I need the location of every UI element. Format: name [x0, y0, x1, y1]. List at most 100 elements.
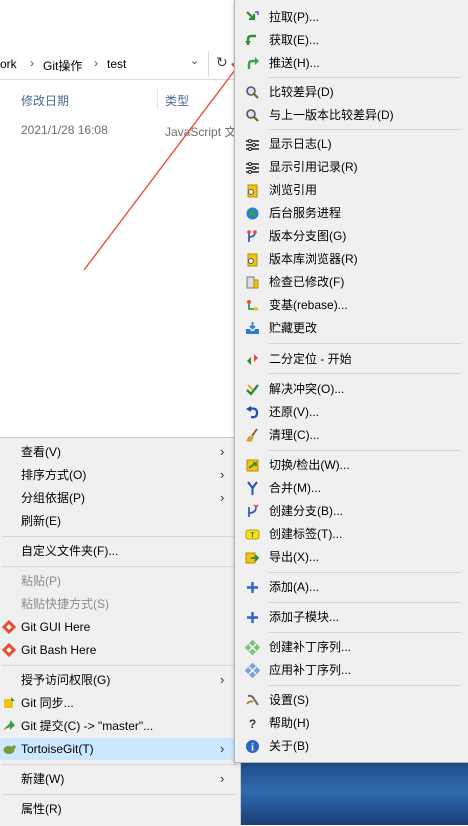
menu-item-diff-previous[interactable]: 与上一版本比较差异(D) — [235, 104, 468, 126]
check-modifications-icon — [246, 276, 259, 289]
menu-item-add[interactable]: 添加(A)... — [235, 576, 468, 598]
log-icon — [246, 139, 259, 151]
menu-item-label: 显示日志(L) — [269, 137, 332, 151]
svg-text:?: ? — [249, 717, 256, 731]
menu-item-label: 创建补丁序列... — [269, 640, 352, 654]
chevron-right-icon: › — [220, 672, 225, 687]
menu-item-push[interactable]: 推送(H)... — [235, 52, 468, 74]
menu-separator — [2, 536, 236, 537]
menu-item-create-branch[interactable]: 创建分支(B)... — [235, 500, 468, 522]
menu-item-git-commit[interactable]: Git 提交(C) -> "master"... — [0, 715, 240, 737]
menu-item-label: 创建标签(T)... — [269, 527, 343, 541]
pull-icon — [246, 11, 259, 21]
menu-item-grant-access[interactable]: 授予访问权限(G) › — [0, 669, 240, 691]
menu-item-refresh[interactable]: 刷新(E) — [0, 510, 240, 532]
menu-item-label: 版本分支图(G) — [269, 229, 347, 243]
menu-item-label: Git GUI Here — [21, 620, 91, 634]
git-sync-icon — [4, 697, 15, 708]
explorer-context-menu: 查看(V) › 排序方式(O) › 分组依据(P) › 刷新(E) 自定义文件夹… — [0, 437, 241, 826]
menu-item-label: 切换/检出(W)... — [269, 458, 350, 472]
menu-item-label: 授予访问权限(G) — [21, 673, 111, 687]
menu-item-daemon[interactable]: 后台服务进程 — [235, 202, 468, 224]
menu-item-new[interactable]: 新建(W) › — [0, 768, 240, 790]
menu-item-label: 二分定位 - 开始 — [269, 352, 352, 366]
menu-item-repo-browser[interactable]: 版本库浏览器(R) — [235, 248, 468, 270]
menu-item-label: 与上一版本比较差异(D) — [269, 108, 394, 122]
menu-item-show-reflog[interactable]: 显示引用记录(R) — [235, 156, 468, 178]
menu-item-customize-folder[interactable]: 自定义文件夹(F)... — [0, 540, 240, 562]
menu-item-browse-refs[interactable]: 浏览引用 — [235, 179, 468, 201]
revert-icon — [246, 406, 259, 419]
menu-item-export[interactable]: 导出(X)... — [235, 546, 468, 568]
menu-separator — [269, 343, 461, 344]
menu-item-label: 刷新(E) — [21, 514, 61, 528]
menu-item-label: Git 同步... — [21, 696, 74, 710]
git-commit-icon — [3, 720, 15, 730]
menu-separator — [269, 685, 461, 686]
menu-item-label: 导出(X)... — [269, 550, 319, 564]
menu-item-label: 推送(H)... — [269, 56, 320, 70]
push-icon — [247, 57, 259, 69]
menu-separator — [269, 77, 461, 78]
menu-separator — [269, 632, 461, 633]
menu-item-label: 贮藏更改 — [269, 321, 318, 335]
reflog-icon — [246, 162, 259, 174]
menu-item-label: 显示引用记录(R) — [269, 160, 358, 174]
menu-item-revision-graph[interactable]: 版本分支图(G) — [235, 225, 468, 247]
menu-item-git-bash[interactable]: Git Bash Here — [0, 639, 240, 661]
menu-item-revert[interactable]: 还原(V)... — [235, 401, 468, 423]
settings-icon — [246, 694, 259, 706]
browse-refs-icon — [247, 184, 258, 198]
menu-item-check-modifications[interactable]: 检查已修改(F) — [235, 271, 468, 293]
menu-item-label: 排序方式(O) — [21, 468, 87, 482]
menu-item-git-sync[interactable]: Git 同步... — [0, 692, 240, 714]
menu-item-sort-by[interactable]: 排序方式(O) › — [0, 464, 240, 486]
menu-item-create-patch[interactable]: 创建补丁序列... — [235, 636, 468, 658]
menu-item-label: 粘贴快捷方式(S) — [21, 597, 109, 611]
menu-item-fetch[interactable]: 获取(E)... — [235, 29, 468, 51]
menu-item-label: 关于(B) — [269, 739, 309, 753]
menu-item-git-gui[interactable]: Git GUI Here — [0, 616, 240, 638]
menu-item-create-tag[interactable]: T 创建标签(T)... — [235, 523, 468, 545]
menu-item-merge[interactable]: 合并(M)... — [235, 477, 468, 499]
menu-item-label: 属性(R) — [21, 802, 62, 816]
menu-separator — [269, 602, 461, 603]
cleanup-icon — [246, 428, 258, 442]
stash-icon — [246, 322, 259, 334]
menu-item-label: 自定义文件夹(F)... — [21, 544, 119, 558]
menu-item-pull[interactable]: 拉取(P)... — [235, 6, 468, 28]
menu-item-stash[interactable]: 贮藏更改 — [235, 317, 468, 339]
menu-separator — [2, 764, 236, 765]
menu-item-rebase[interactable]: 变基(rebase)... — [235, 294, 468, 316]
bisect-icon — [247, 354, 258, 365]
menu-item-add-submodule[interactable]: 添加子模块... — [235, 606, 468, 628]
menu-item-about[interactable]: i 关于(B) — [235, 735, 468, 757]
apply-patch-icon — [245, 663, 260, 678]
menu-item-tortoisegit[interactable]: TortoiseGit(T) › — [0, 738, 240, 760]
help-icon: ? — [249, 717, 256, 731]
menu-item-properties[interactable]: 属性(R) — [0, 798, 240, 820]
menu-item-diff[interactable]: 比较差异(D) — [235, 81, 468, 103]
menu-item-show-log[interactable]: 显示日志(L) — [235, 133, 468, 155]
menu-item-bisect-start[interactable]: 二分定位 - 开始 — [235, 348, 468, 370]
menu-item-label: 版本库浏览器(R) — [269, 252, 358, 266]
menu-item-label: 粘贴(P) — [21, 574, 61, 588]
menu-item-help[interactable]: ? 帮助(H) — [235, 712, 468, 734]
menu-item-switch-checkout[interactable]: 切换/检出(W)... — [235, 454, 468, 476]
menu-item-resolve[interactable]: 解决冲突(O)... — [235, 378, 468, 400]
menu-item-settings[interactable]: 设置(S) — [235, 689, 468, 711]
tortoisegit-icon — [3, 745, 16, 754]
menu-item-label: TortoiseGit(T) — [21, 742, 94, 756]
menu-item-paste[interactable]: 粘贴(P) — [0, 570, 240, 592]
menu-item-view[interactable]: 查看(V) › — [0, 441, 240, 463]
git-bash-icon — [2, 643, 16, 657]
menu-separator — [269, 572, 461, 573]
menu-item-group-by[interactable]: 分组依据(P) › — [0, 487, 240, 509]
menu-item-label: 变基(rebase)... — [269, 298, 348, 312]
menu-item-apply-patch[interactable]: 应用补丁序列... — [235, 659, 468, 681]
resolve-icon — [246, 384, 259, 396]
menu-item-label: 浏览引用 — [269, 183, 318, 197]
menu-item-cleanup[interactable]: 清理(C)... — [235, 424, 468, 446]
create-patch-icon — [245, 640, 260, 655]
menu-item-paste-shortcut[interactable]: 粘贴快捷方式(S) — [0, 593, 240, 615]
